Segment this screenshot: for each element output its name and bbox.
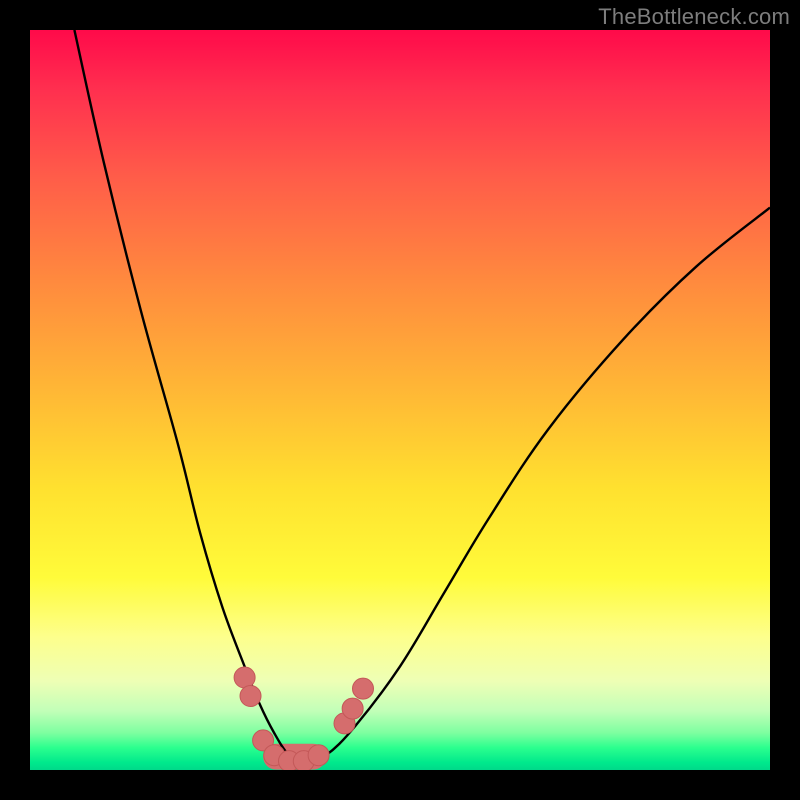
curve-markers — [234, 667, 373, 770]
plot-area — [30, 30, 770, 770]
curve-marker — [234, 667, 255, 688]
chart-frame: TheBottleneck.com — [0, 0, 800, 800]
curve-marker — [308, 745, 329, 766]
curve-marker — [240, 686, 261, 707]
curve-marker — [353, 678, 374, 699]
curve-marker — [342, 698, 363, 719]
bottleneck-curve — [74, 30, 770, 763]
watermark-text: TheBottleneck.com — [598, 4, 790, 30]
chart-svg — [30, 30, 770, 770]
